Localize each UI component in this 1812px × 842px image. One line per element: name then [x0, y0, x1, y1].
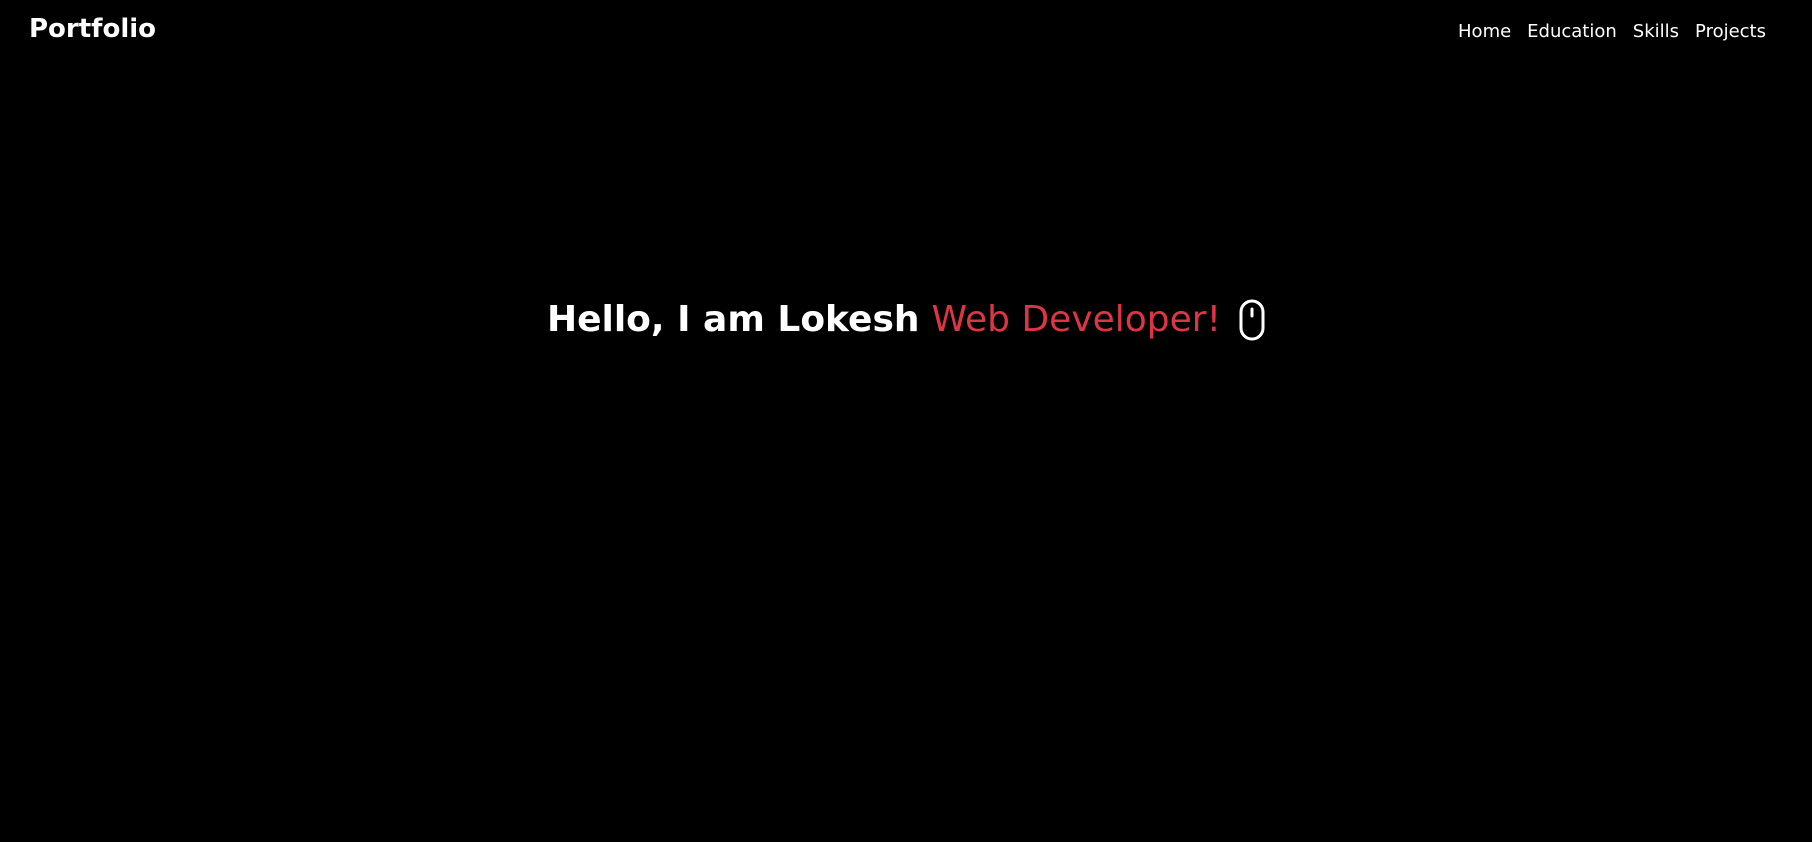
nav-links: Home Education Skills Projects [1458, 19, 1766, 45]
nav-skills-link[interactable]: Skills [1633, 19, 1679, 45]
mouse-icon [1239, 299, 1265, 341]
hero-greeting: Hello, I am Lokesh [546, 299, 920, 340]
nav-projects-link[interactable]: Projects [1695, 19, 1766, 45]
brand-logo-link[interactable]: Portfolio [29, 12, 156, 46]
nav-home-link[interactable]: Home [1458, 19, 1511, 45]
page: Portfolio Home Education Skills Projects… [0, 0, 1812, 842]
nav-education-link[interactable]: Education [1527, 19, 1617, 45]
hero-role: Web Developer! [931, 299, 1222, 340]
hero-heading: Hello, I am Lokesh Web Developer! [547, 294, 1265, 346]
hero-section: Hello, I am Lokesh Web Developer! [0, 294, 1812, 346]
navbar: Portfolio Home Education Skills Projects [0, 0, 1812, 64]
